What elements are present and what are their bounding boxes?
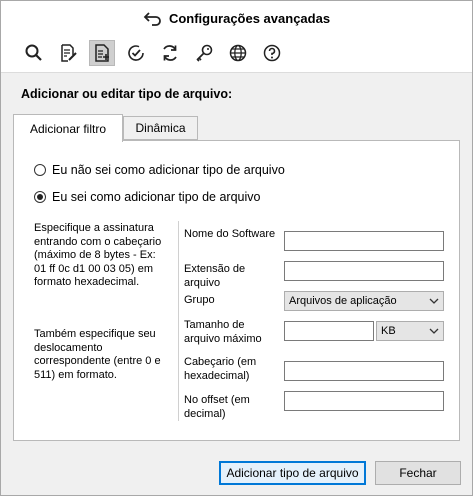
radio-checked-icon[interactable]: [34, 191, 46, 203]
advanced-settings-window: Configurações avançadas Adicionar ou edi…: [0, 0, 473, 496]
extension-input[interactable]: [284, 261, 444, 281]
header-label: Cabeçario (em hexadecimal): [184, 356, 257, 382]
extension-label: Extensão de arquivo: [184, 263, 246, 289]
radio-dont-know-label: Eu não sei como adicionar tipo de arquiv…: [52, 163, 285, 177]
radio-know[interactable]: Eu sei como adicionar tipo de arquivo: [34, 190, 260, 204]
help-text-offset: Também especifique seu deslocamento corr…: [34, 328, 161, 381]
size-unit-select[interactable]: KB: [376, 321, 444, 341]
close-button[interactable]: Fechar: [375, 461, 461, 485]
edit-document-icon[interactable]: [55, 40, 81, 66]
title-bar: Configurações avançadas: [1, 1, 472, 35]
key-icon[interactable]: [191, 40, 217, 66]
globe-icon[interactable]: [225, 40, 251, 66]
header-input[interactable]: [284, 361, 444, 381]
offset-input[interactable]: [284, 391, 444, 411]
offset-label: No offset (em decimal): [184, 394, 250, 420]
tab-add-filter[interactable]: Adicionar filtro: [13, 114, 123, 142]
check-circle-icon[interactable]: [123, 40, 149, 66]
help-text-signature: Especifique a assinatura entrando com o …: [34, 222, 162, 288]
size-unit-value: KB: [381, 325, 396, 337]
tab-dynamic[interactable]: Dinâmica: [123, 116, 198, 140]
max-size-label: Tamanho de arquivo máximo: [184, 319, 262, 345]
divider: [178, 221, 179, 421]
window-title: Configurações avançadas: [168, 10, 331, 26]
refresh-icon[interactable]: [157, 40, 183, 66]
max-size-input[interactable]: [284, 321, 374, 341]
group-select[interactable]: Arquivos de aplicação: [284, 291, 444, 311]
add-file-type-button[interactable]: Adicionar tipo de arquivo: [219, 461, 366, 485]
group-select-value: Arquivos de aplicação: [289, 295, 397, 307]
help-icon[interactable]: [259, 40, 285, 66]
chevron-down-icon: [429, 328, 439, 334]
radio-know-label: Eu sei como adicionar tipo de arquivo: [52, 190, 261, 204]
radio-unchecked-icon[interactable]: [34, 164, 46, 176]
radio-dont-know[interactable]: Eu não sei como adicionar tipo de arquiv…: [34, 163, 285, 177]
back-arrow-icon[interactable]: [143, 10, 163, 26]
search-icon[interactable]: [21, 40, 47, 66]
add-file-type-icon[interactable]: [89, 40, 115, 66]
group-label: Grupo: [184, 294, 215, 306]
tab-panel: Eu não sei como adicionar tipo de arquiv…: [13, 140, 460, 441]
section-heading: Adicionar ou editar tipo de arquivo:: [21, 87, 233, 101]
toolbar: [1, 35, 472, 73]
chevron-down-icon: [429, 298, 439, 304]
software-name-input[interactable]: [284, 231, 444, 251]
software-name-label: Nome do Software: [184, 228, 276, 240]
